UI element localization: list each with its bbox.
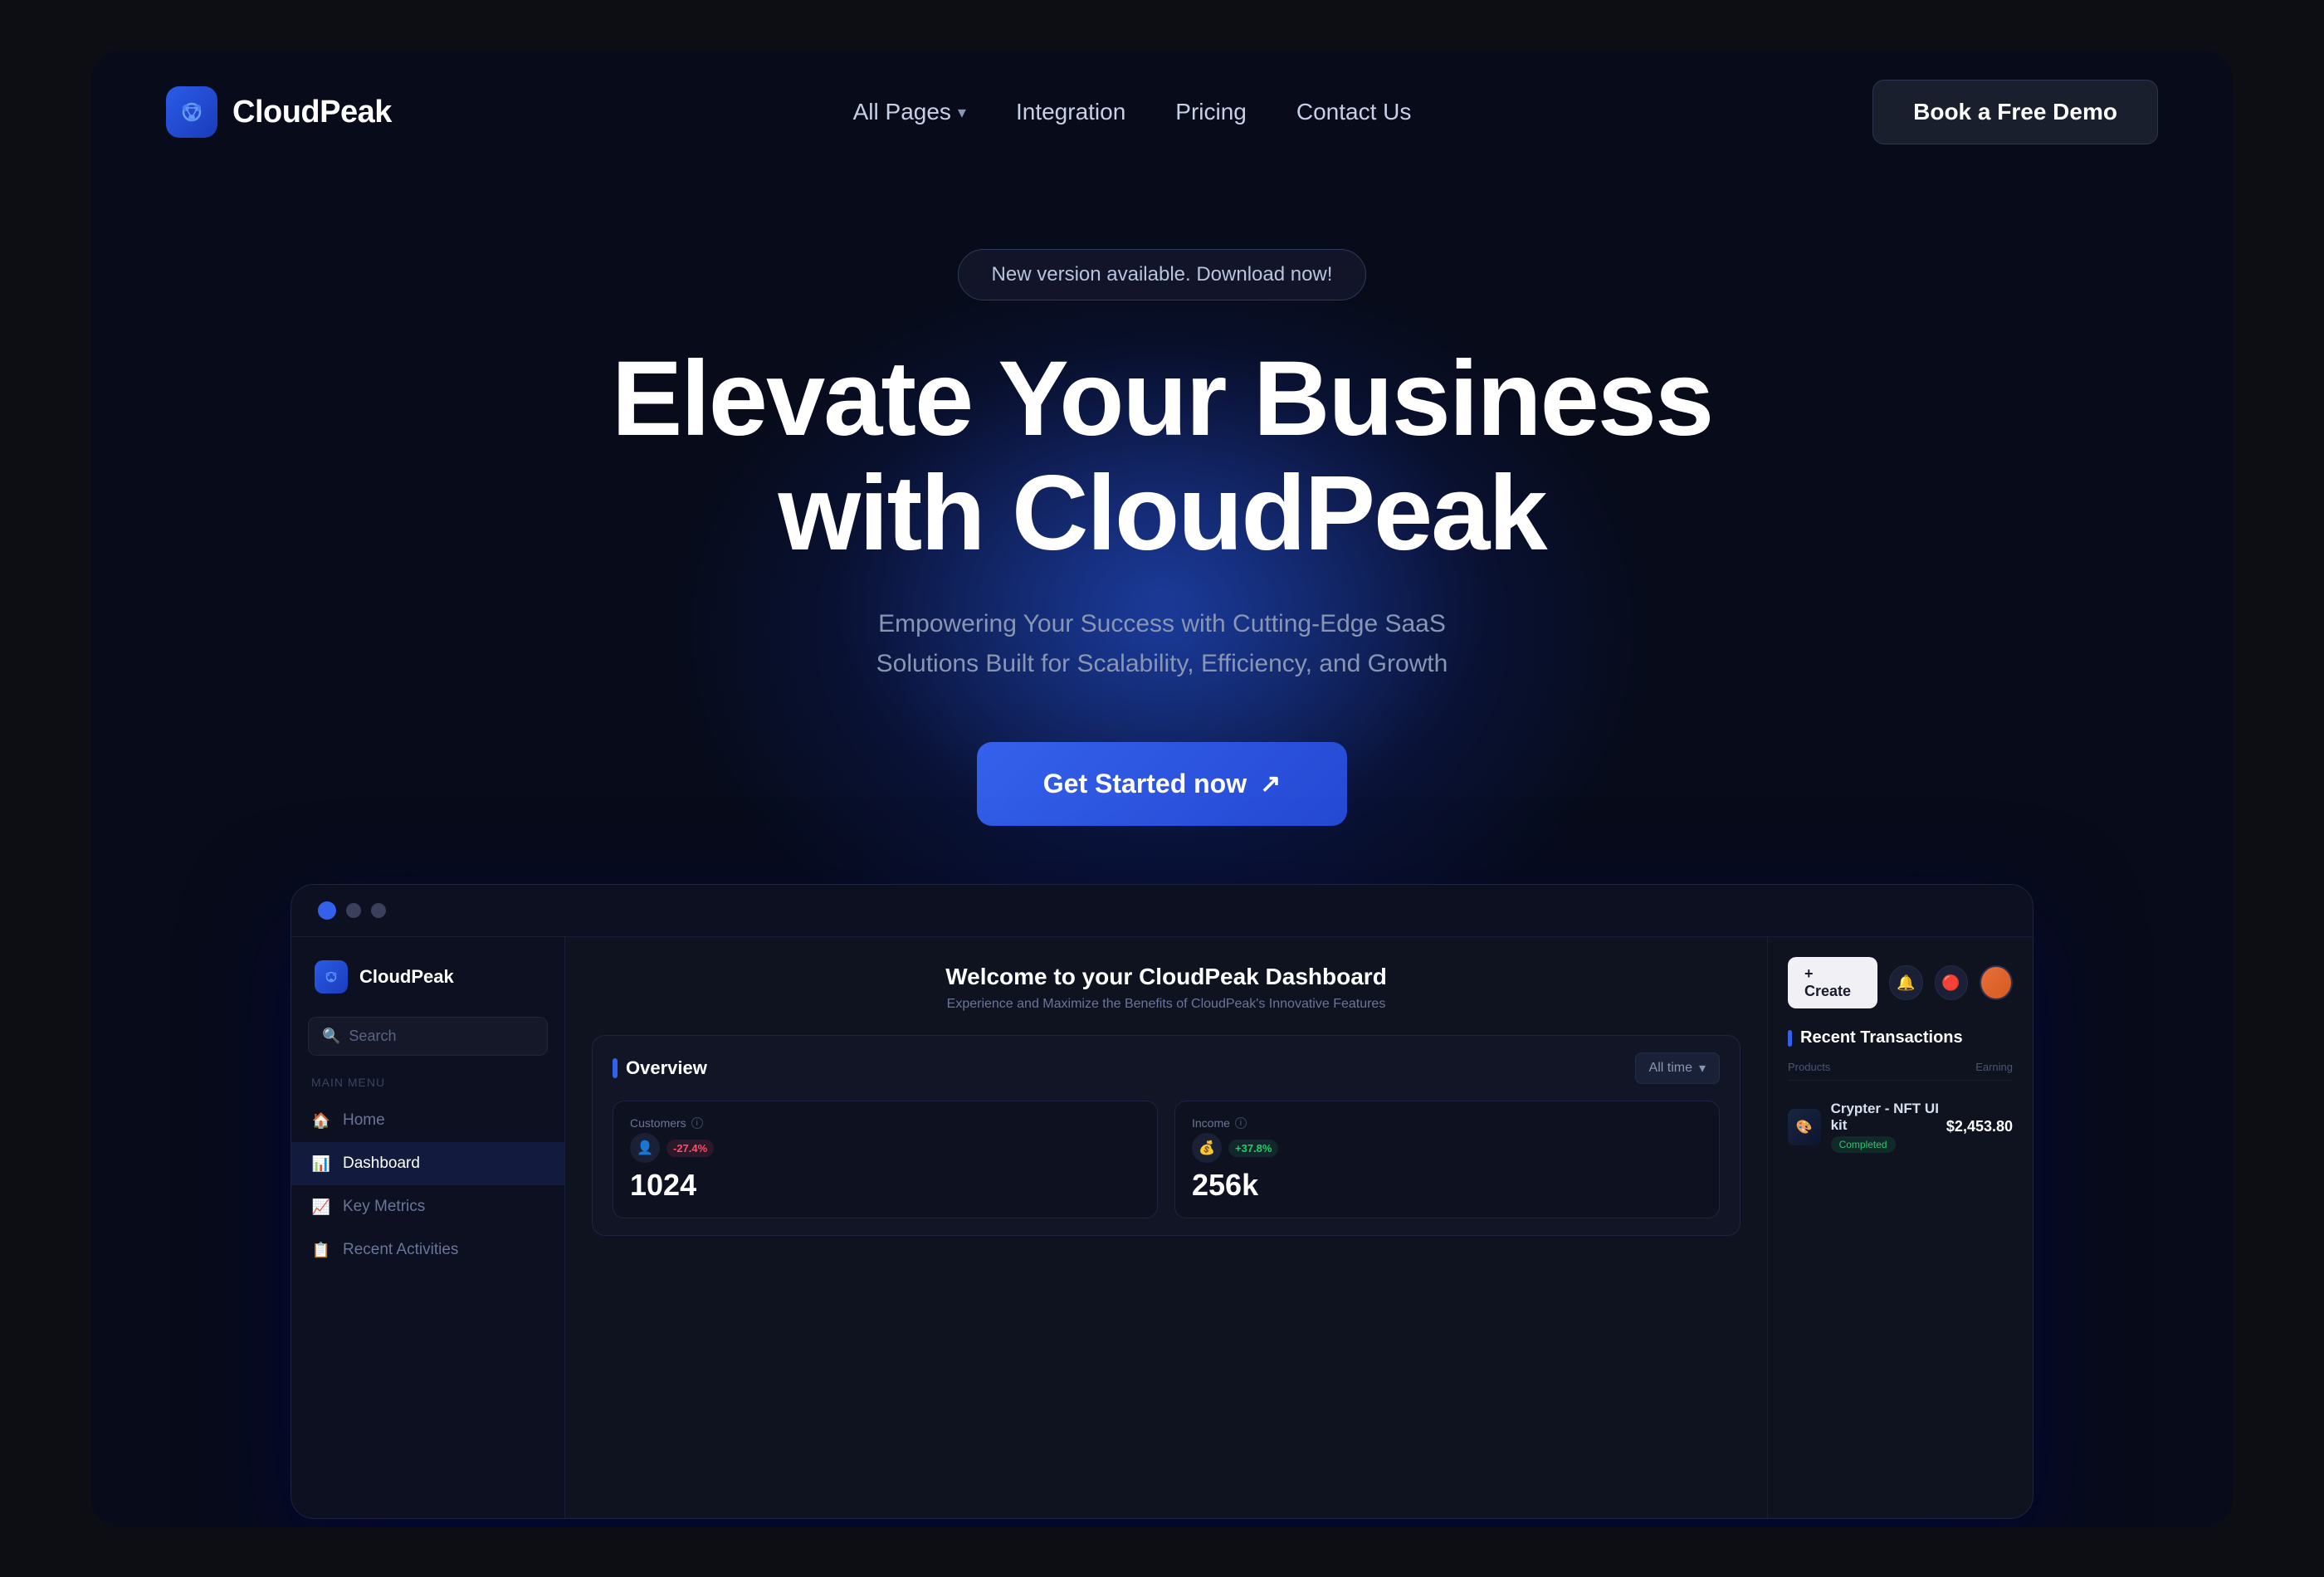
overview-accent bbox=[613, 1058, 618, 1078]
transaction-row: 🎨 Crypter - NFT UI kit Completed $2,453.… bbox=[1788, 1091, 2013, 1163]
logo-text: CloudPeak bbox=[232, 95, 392, 130]
metric-icon: 👤 bbox=[630, 1133, 660, 1163]
dashboard-window: CloudPeak 🔍 Search Main Menu 🏠 Home bbox=[290, 884, 2034, 1519]
dashboard-right-panel: + Create 🔔 🔴 Recent bbox=[1767, 937, 2033, 1518]
dashboard-titlebar bbox=[291, 885, 2033, 937]
notification-badge-button[interactable]: 🔴 bbox=[1935, 965, 1968, 1000]
metric-customers: Customers i 👤 -27.4% 1024 bbox=[613, 1101, 1158, 1218]
dashboard-logo: CloudPeak bbox=[291, 960, 564, 1017]
dot-blue bbox=[318, 901, 336, 920]
menu-label: Main Menu bbox=[291, 1076, 564, 1099]
dashboard-top-bar: + Create 🔔 🔴 bbox=[1788, 957, 2013, 1008]
logo[interactable]: CloudPeak bbox=[166, 86, 392, 138]
transaction-thumbnail: 🎨 bbox=[1788, 1109, 1821, 1145]
sidebar-item-recent-activities[interactable]: 📋 Recent Activities bbox=[291, 1228, 564, 1272]
dot-green bbox=[371, 903, 386, 918]
metric-value: 256k bbox=[1192, 1168, 1702, 1203]
overview-title: Overview bbox=[626, 1057, 707, 1079]
transactions-accent bbox=[1788, 1030, 1792, 1047]
chevron-down-icon: ▾ bbox=[1699, 1060, 1706, 1077]
hero-subtitle: Empowering Your Success with Cutting-Edg… bbox=[872, 604, 1452, 684]
create-button[interactable]: + Create bbox=[1788, 957, 1877, 1008]
nav-integration[interactable]: Integration bbox=[1016, 99, 1125, 125]
transaction-status: Completed bbox=[1831, 1136, 1896, 1153]
dashboard-body: CloudPeak 🔍 Search Main Menu 🏠 Home bbox=[291, 937, 2033, 1518]
home-icon: 🏠 bbox=[311, 1111, 331, 1130]
welcome-subtitle: Experience and Maximize the Benefits of … bbox=[592, 997, 1741, 1012]
notification-bell-button[interactable]: 🔔 bbox=[1889, 965, 1922, 1000]
metrics-row: Customers i 👤 -27.4% 1024 bbox=[613, 1101, 1720, 1218]
dashboard-preview: CloudPeak 🔍 Search Main Menu 🏠 Home bbox=[91, 884, 2233, 1519]
dash-logo-text: CloudPeak bbox=[359, 966, 454, 988]
search-icon: 🔍 bbox=[322, 1028, 340, 1045]
book-demo-button[interactable]: Book a Free Demo bbox=[1872, 80, 2158, 144]
sidebar-item-dashboard[interactable]: 📊 Dashboard bbox=[291, 1142, 564, 1185]
sidebar-item-key-metrics[interactable]: 📈 Key Metrics bbox=[291, 1185, 564, 1228]
overview-title-row: Overview bbox=[613, 1057, 707, 1079]
metric-icon: 💰 bbox=[1192, 1133, 1222, 1163]
overview-card: Overview All time ▾ bbox=[592, 1035, 1741, 1236]
metric-income: Income i 💰 +37.8% 256k bbox=[1174, 1101, 1720, 1218]
avatar[interactable] bbox=[1980, 965, 2013, 1000]
metric-change: -27.4% bbox=[666, 1140, 714, 1157]
metric-change: +37.8% bbox=[1228, 1140, 1278, 1157]
overview-header: Overview All time ▾ bbox=[613, 1052, 1720, 1084]
info-icon: i bbox=[691, 1117, 703, 1129]
time-filter[interactable]: All time ▾ bbox=[1635, 1052, 1720, 1084]
transaction-amount: $2,453.80 bbox=[1946, 1118, 2013, 1135]
transactions-header: Products Earning bbox=[1788, 1061, 2013, 1081]
dashboard-header: Welcome to your CloudPeak Dashboard Expe… bbox=[592, 964, 1741, 1012]
navbar: CloudPeak All Pages ▾ Integration Pricin… bbox=[91, 50, 2233, 174]
dashboard-icon: 📊 bbox=[311, 1154, 331, 1174]
nav-pricing[interactable]: Pricing bbox=[1175, 99, 1247, 125]
chevron-down-icon: ▾ bbox=[958, 102, 966, 123]
activities-icon: 📋 bbox=[311, 1240, 331, 1260]
welcome-title: Welcome to your CloudPeak Dashboard bbox=[592, 964, 1741, 990]
metrics-icon: 📈 bbox=[311, 1197, 331, 1217]
nav-contact[interactable]: Contact Us bbox=[1296, 99, 1412, 125]
metric-value: 1024 bbox=[630, 1168, 1140, 1203]
hero-section: New version available. Download now! Ele… bbox=[91, 174, 2233, 826]
logo-icon bbox=[166, 86, 217, 138]
alert-icon: 🔴 bbox=[1941, 974, 1960, 992]
transaction-name: Crypter - NFT UI kit bbox=[1831, 1101, 1946, 1134]
dashboard-search[interactable]: 🔍 Search bbox=[308, 1017, 548, 1056]
dashboard-logo-icon bbox=[315, 960, 348, 994]
outer-frame: CloudPeak All Pages ▾ Integration Pricin… bbox=[0, 0, 2324, 1577]
dashboard-main: Welcome to your CloudPeak Dashboard Expe… bbox=[565, 937, 1767, 1518]
transactions-section-title: Recent Transactions bbox=[1788, 1028, 2013, 1047]
nav-all-pages[interactable]: All Pages ▾ bbox=[853, 99, 966, 125]
hero-badge[interactable]: New version available. Download now! bbox=[958, 249, 1367, 300]
get-started-button[interactable]: Get Started now ↗ bbox=[977, 742, 1348, 826]
info-icon: i bbox=[1235, 1117, 1247, 1129]
bell-icon: 🔔 bbox=[1897, 974, 1915, 992]
hero-title: Elevate Your Business with CloudPeak bbox=[612, 342, 1712, 571]
sidebar-item-home[interactable]: 🏠 Home bbox=[291, 1099, 564, 1142]
browser-window: CloudPeak All Pages ▾ Integration Pricin… bbox=[91, 50, 2233, 1527]
dot-yellow bbox=[346, 903, 361, 918]
dashboard-sidebar: CloudPeak 🔍 Search Main Menu 🏠 Home bbox=[291, 937, 565, 1518]
nav-links: All Pages ▾ Integration Pricing Contact … bbox=[853, 99, 1412, 125]
arrow-icon: ↗ bbox=[1260, 769, 1281, 798]
